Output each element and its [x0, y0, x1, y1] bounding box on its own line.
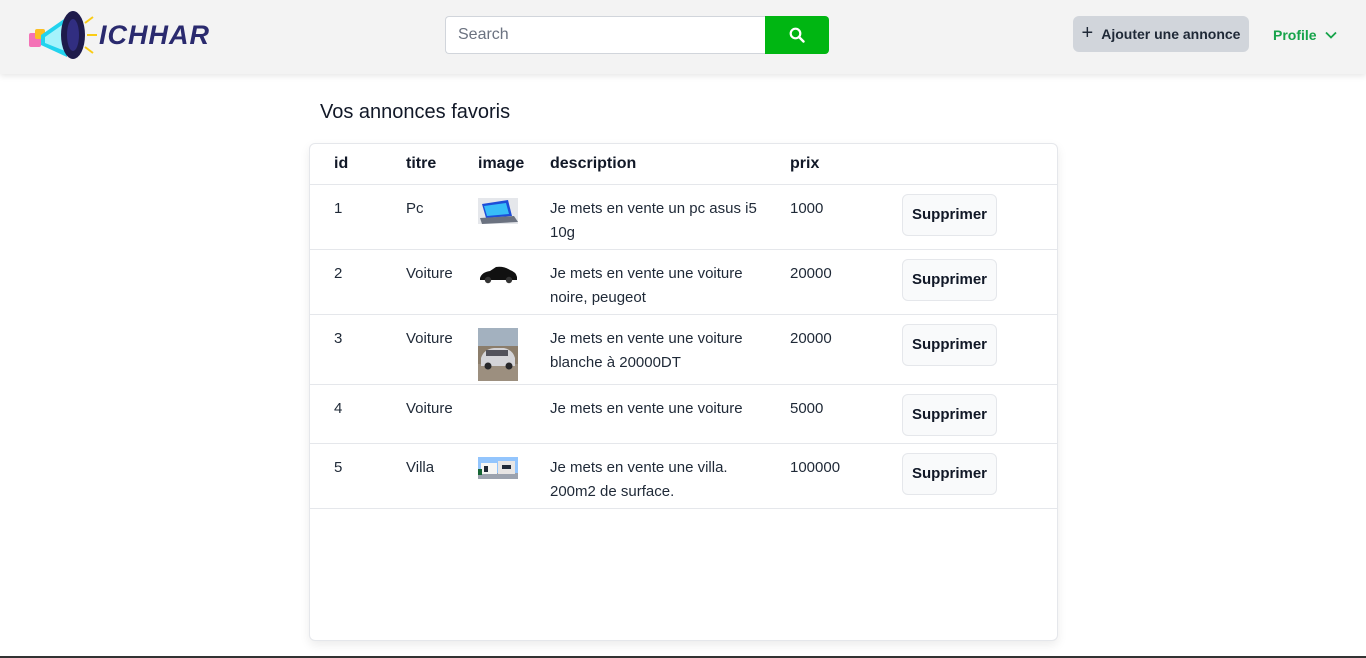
- cell-image: [478, 184, 550, 250]
- column-header-titre: titre: [406, 144, 478, 185]
- cell-titre: Pc: [406, 184, 478, 250]
- delete-button[interactable]: Supprimer: [902, 193, 998, 236]
- cell-description: Je mets en vente une voiture noire, peug…: [550, 249, 790, 315]
- laptop-thumbnail: [478, 197, 518, 224]
- delete-button[interactable]: Supprimer: [902, 323, 998, 366]
- plus-icon: +: [1081, 22, 1094, 44]
- cell-prix: 20000: [790, 314, 902, 385]
- add-listing-button[interactable]: + Ajouter une annonce: [1073, 16, 1249, 52]
- page-title: Vos annonces favoris: [320, 101, 511, 123]
- table-row: 5 Villa Je mets en vente une villa. 200m…: [310, 443, 1057, 509]
- profile-label: Profile: [1273, 27, 1317, 43]
- logo-text: ICHHAR: [99, 20, 210, 50]
- megaphone-logo-icon: [29, 11, 97, 59]
- add-listing-label: Ajouter une annonce: [1101, 26, 1241, 42]
- cell-actions: Supprimer: [902, 443, 1057, 509]
- cell-image: [478, 314, 550, 385]
- cell-titre: Voiture: [406, 384, 478, 444]
- cell-prix: 100000: [790, 443, 902, 509]
- column-header-actions: [902, 144, 1057, 185]
- cell-titre: Voiture: [406, 314, 478, 385]
- table-row: 4 Voiture Je mets en vente une voiture 5…: [310, 384, 1057, 444]
- search-button[interactable]: [765, 16, 829, 54]
- cell-id: 3: [310, 314, 406, 385]
- delete-button[interactable]: Supprimer: [902, 393, 998, 436]
- delete-button[interactable]: Supprimer: [902, 258, 998, 301]
- search-input[interactable]: [445, 16, 765, 54]
- white-car-thumbnail: [478, 327, 518, 381]
- cell-actions: Supprimer: [902, 314, 1057, 385]
- table-row: 2 Voiture Je mets en vente une voiture n…: [310, 249, 1057, 315]
- table-row: 3 Voiture Je mets en vente une voiture b…: [310, 314, 1057, 385]
- column-header-prix: prix: [790, 144, 902, 185]
- profile-dropdown[interactable]: Profile: [1273, 25, 1337, 45]
- cell-image: [478, 249, 550, 315]
- cell-prix: 5000: [790, 384, 902, 444]
- cell-description: Je mets en vente une voiture: [550, 384, 790, 444]
- cell-description: Je mets en vente une villa. 200m2 de sur…: [550, 443, 790, 509]
- cell-actions: Supprimer: [902, 184, 1057, 250]
- app-logo[interactable]: ICHHAR: [27, 5, 209, 63]
- cell-titre: Voiture: [406, 249, 478, 315]
- table-header-row: id titre image description prix: [310, 144, 1057, 185]
- cell-id: 2: [310, 249, 406, 315]
- cell-image: [478, 443, 550, 509]
- cell-image: [478, 384, 550, 444]
- search-icon: [789, 27, 805, 43]
- cell-id: 4: [310, 384, 406, 444]
- cell-actions: Supprimer: [902, 384, 1057, 444]
- cell-titre: Villa: [406, 443, 478, 509]
- cell-actions: Supprimer: [902, 249, 1057, 315]
- cell-prix: 1000: [790, 184, 902, 250]
- column-header-description: description: [550, 144, 790, 185]
- favorites-table-card: id titre image description prix 1 Pc Je …: [309, 143, 1058, 641]
- cell-description: Je mets en vente un pc asus i5 10g: [550, 184, 790, 250]
- table-row: 1 Pc Je mets en vente un pc asus i5 10g …: [310, 184, 1057, 250]
- column-header-id: id: [310, 144, 406, 185]
- cell-prix: 20000: [790, 249, 902, 315]
- cell-id: 1: [310, 184, 406, 250]
- chevron-down-icon: [1324, 31, 1337, 39]
- cell-description: Je mets en vente une voiture blanche à 2…: [550, 314, 790, 385]
- black-car-thumbnail: [478, 262, 518, 285]
- delete-button[interactable]: Supprimer: [902, 452, 998, 495]
- column-header-image: image: [478, 144, 550, 185]
- favorites-table: id titre image description prix 1 Pc Je …: [310, 144, 1057, 509]
- villa-thumbnail: [478, 456, 518, 479]
- cell-id: 5: [310, 443, 406, 509]
- top-navbar: ICHHAR + Ajouter une annonce Profile: [0, 0, 1366, 74]
